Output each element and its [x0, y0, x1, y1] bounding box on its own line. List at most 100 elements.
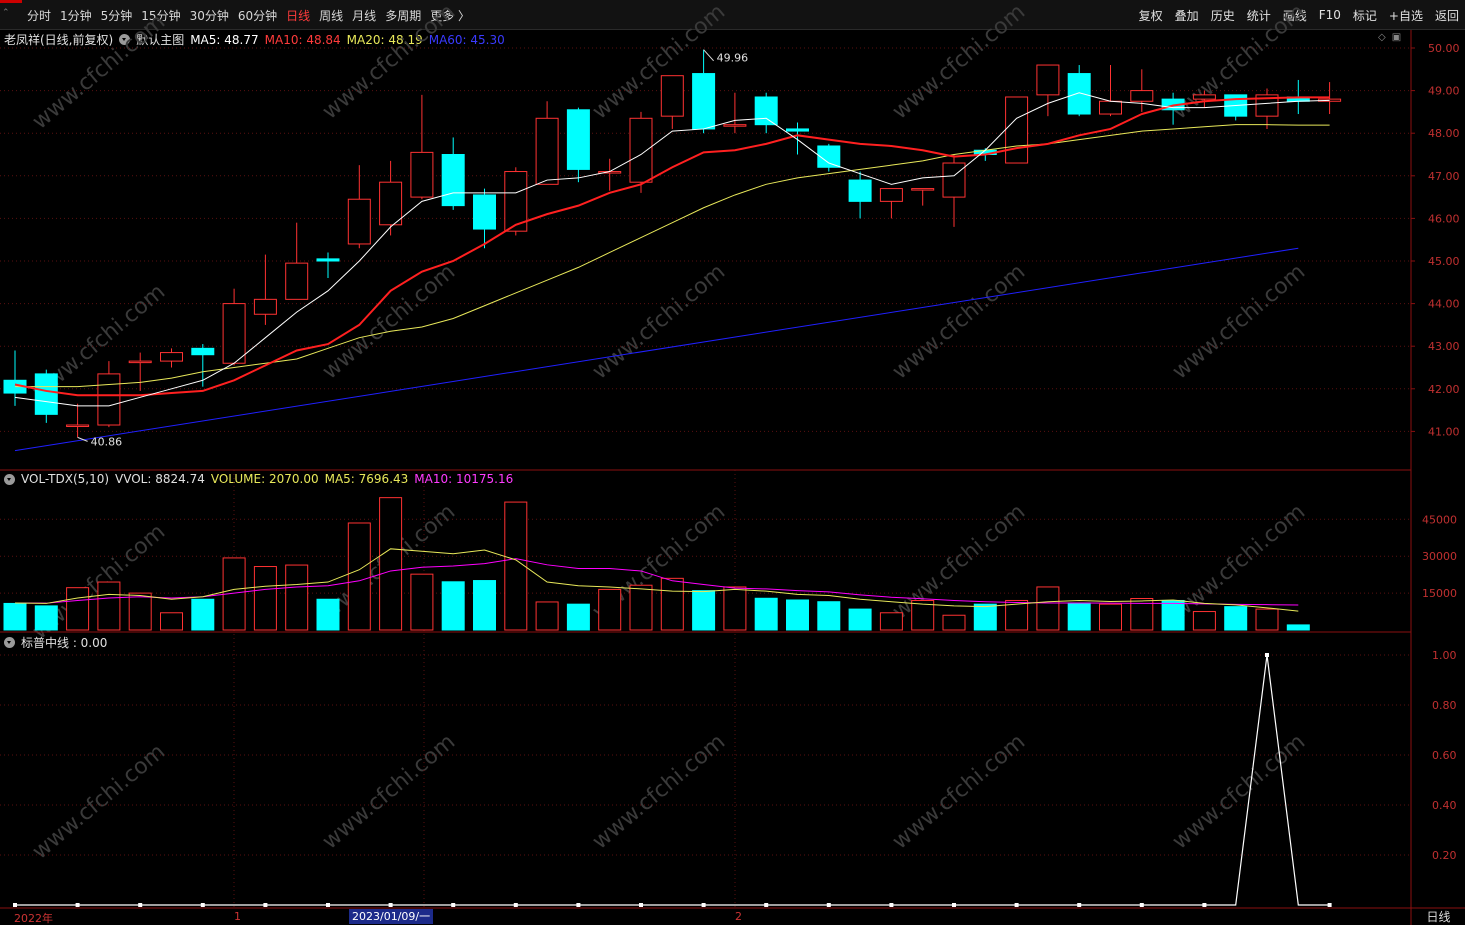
candle-body — [973, 149, 997, 156]
indicator-pane-title[interactable]: 标普中线 : 0.00 — [21, 634, 107, 651]
action-button-8[interactable]: 返回 — [1433, 7, 1461, 24]
candle-body — [316, 258, 340, 262]
candle-body — [66, 424, 90, 428]
main-pane-header: 老凤祥(日线,前复权) 默认主图 MA5: 48.77 MA10: 48.84 … — [4, 31, 511, 48]
period-tab-6[interactable]: 日线 — [286, 7, 310, 24]
watermark-text: www.cfchi.com — [1168, 499, 1310, 624]
volume-bar — [347, 522, 371, 631]
watermark-text: www.cfchi.com — [888, 729, 1030, 854]
dropdown-icon[interactable] — [4, 473, 15, 485]
volume-bar — [879, 612, 903, 631]
dropdown-icon[interactable] — [4, 637, 15, 648]
price-tick-label: 42.00 — [1428, 383, 1460, 396]
corner-arrow-icon[interactable]: ⌃ — [2, 8, 10, 18]
high-marker-line — [703, 49, 714, 62]
pane-controls: ◇ ▣ — [1378, 32, 1401, 43]
candle-body — [660, 75, 684, 117]
action-button-0[interactable]: 复权 — [1137, 7, 1165, 24]
candle-body — [410, 151, 434, 198]
period-tab-10[interactable]: 更多 〉 — [430, 7, 470, 24]
period-tab-1[interactable]: 1分钟 — [60, 7, 92, 24]
ma60-line — [14, 247, 1299, 452]
candle-body — [566, 109, 590, 170]
stock-chart[interactable]: www.cfchi.com www.cfchi.com www.cfchi.com w… — [0, 0, 1465, 925]
watermark-text: www.cfchi.com — [28, 279, 170, 404]
month-label-2: 2 — [735, 910, 742, 923]
indicator-line — [15, 654, 1330, 906]
price-tick-label: 43.00 — [1428, 340, 1460, 353]
period-tab-9[interactable]: 多周期 — [385, 7, 421, 24]
action-button-6[interactable]: 标记 — [1351, 7, 1379, 24]
indicator-tick-label: 1.00 — [1432, 649, 1457, 662]
candle-body — [692, 73, 716, 130]
candle-body — [1286, 96, 1310, 102]
volume-bar — [473, 580, 496, 631]
indicator-point — [1327, 903, 1332, 907]
volume-bar — [598, 588, 622, 631]
watermark-text: www.cfchi.com — [888, 499, 1030, 624]
indicator-point — [576, 903, 581, 907]
indicator-tick-label: 0.40 — [1432, 799, 1457, 812]
candle-body — [1067, 73, 1091, 115]
candle-body — [848, 179, 872, 202]
period-tab-4[interactable]: 30分钟 — [190, 7, 229, 24]
period-tab-2[interactable]: 5分钟 — [101, 7, 133, 24]
volume-bar — [410, 573, 434, 631]
candle-body — [3, 379, 27, 394]
indicator-point — [701, 903, 706, 907]
candle-body — [879, 188, 903, 202]
volume-bar — [1286, 624, 1310, 631]
period-tab-8[interactable]: 月线 — [352, 7, 376, 24]
volume-bar — [1130, 598, 1154, 631]
period-indicator[interactable]: 日线 — [1412, 909, 1465, 925]
watermark-text: www.cfchi.com — [1168, 729, 1310, 854]
volume-bar — [66, 587, 90, 631]
date-axis: 2022年 1 2023/01/09/一 2 — [0, 909, 1411, 925]
dropdown-icon[interactable] — [119, 34, 131, 45]
candle-body — [379, 181, 403, 226]
action-button-2[interactable]: 历史 — [1209, 7, 1237, 24]
window-icon[interactable]: ▣ — [1392, 32, 1401, 43]
period-tab-0[interactable]: 分时 — [27, 7, 51, 24]
volume-bar — [97, 581, 121, 631]
price-tick-label: 49.00 — [1428, 85, 1460, 98]
indicator-tick-label: 0.60 — [1432, 749, 1457, 762]
diamond-icon[interactable]: ◇ — [1378, 32, 1386, 43]
candle-body — [128, 360, 152, 364]
volume-bar — [629, 584, 653, 631]
candle-body — [911, 188, 935, 191]
action-button-1[interactable]: 叠加 — [1173, 7, 1201, 24]
vol-title[interactable]: VOL-TDX(5,10) — [21, 472, 109, 486]
volume-bar — [1005, 599, 1029, 631]
volume-bar — [504, 501, 528, 631]
watermark-text: www.cfchi.com — [318, 499, 460, 624]
period-tab-3[interactable]: 15分钟 — [141, 7, 180, 24]
ma20-value: MA20: 48.19 — [346, 32, 423, 47]
indicator-name[interactable]: 默认主图 — [136, 31, 184, 48]
action-button-5[interactable]: F10 — [1317, 8, 1343, 22]
volume-bar — [441, 581, 465, 631]
low-marker-line — [77, 436, 88, 442]
candle-body — [222, 303, 246, 364]
candle-body — [535, 117, 559, 185]
action-button-7[interactable]: +自选 — [1387, 7, 1425, 24]
action-button-3[interactable]: 统计 — [1245, 7, 1273, 24]
period-tab-5[interactable]: 60分钟 — [238, 7, 277, 24]
price-tick-label: 45.00 — [1428, 255, 1460, 268]
high-marker-label: 49.96 — [717, 52, 749, 65]
action-button-4[interactable]: 画线 — [1281, 7, 1309, 24]
candle-body — [97, 373, 121, 426]
stock-title[interactable]: 老凤祥(日线,前复权) — [4, 31, 113, 48]
ma10-value: MA10: 48.84 — [264, 32, 341, 47]
volume-bar — [160, 612, 183, 631]
candle-body — [1224, 94, 1248, 117]
indicator-pane-header: 标普中线 : 0.00 — [4, 634, 113, 651]
indicator-point — [639, 903, 643, 907]
volume-bar — [754, 597, 778, 631]
period-tab-7[interactable]: 周线 — [319, 7, 343, 24]
volume-bar — [379, 497, 403, 631]
volume-bar — [942, 614, 966, 631]
candle-body — [1192, 94, 1216, 100]
indicator-point — [513, 903, 518, 907]
candle-body — [347, 198, 371, 245]
